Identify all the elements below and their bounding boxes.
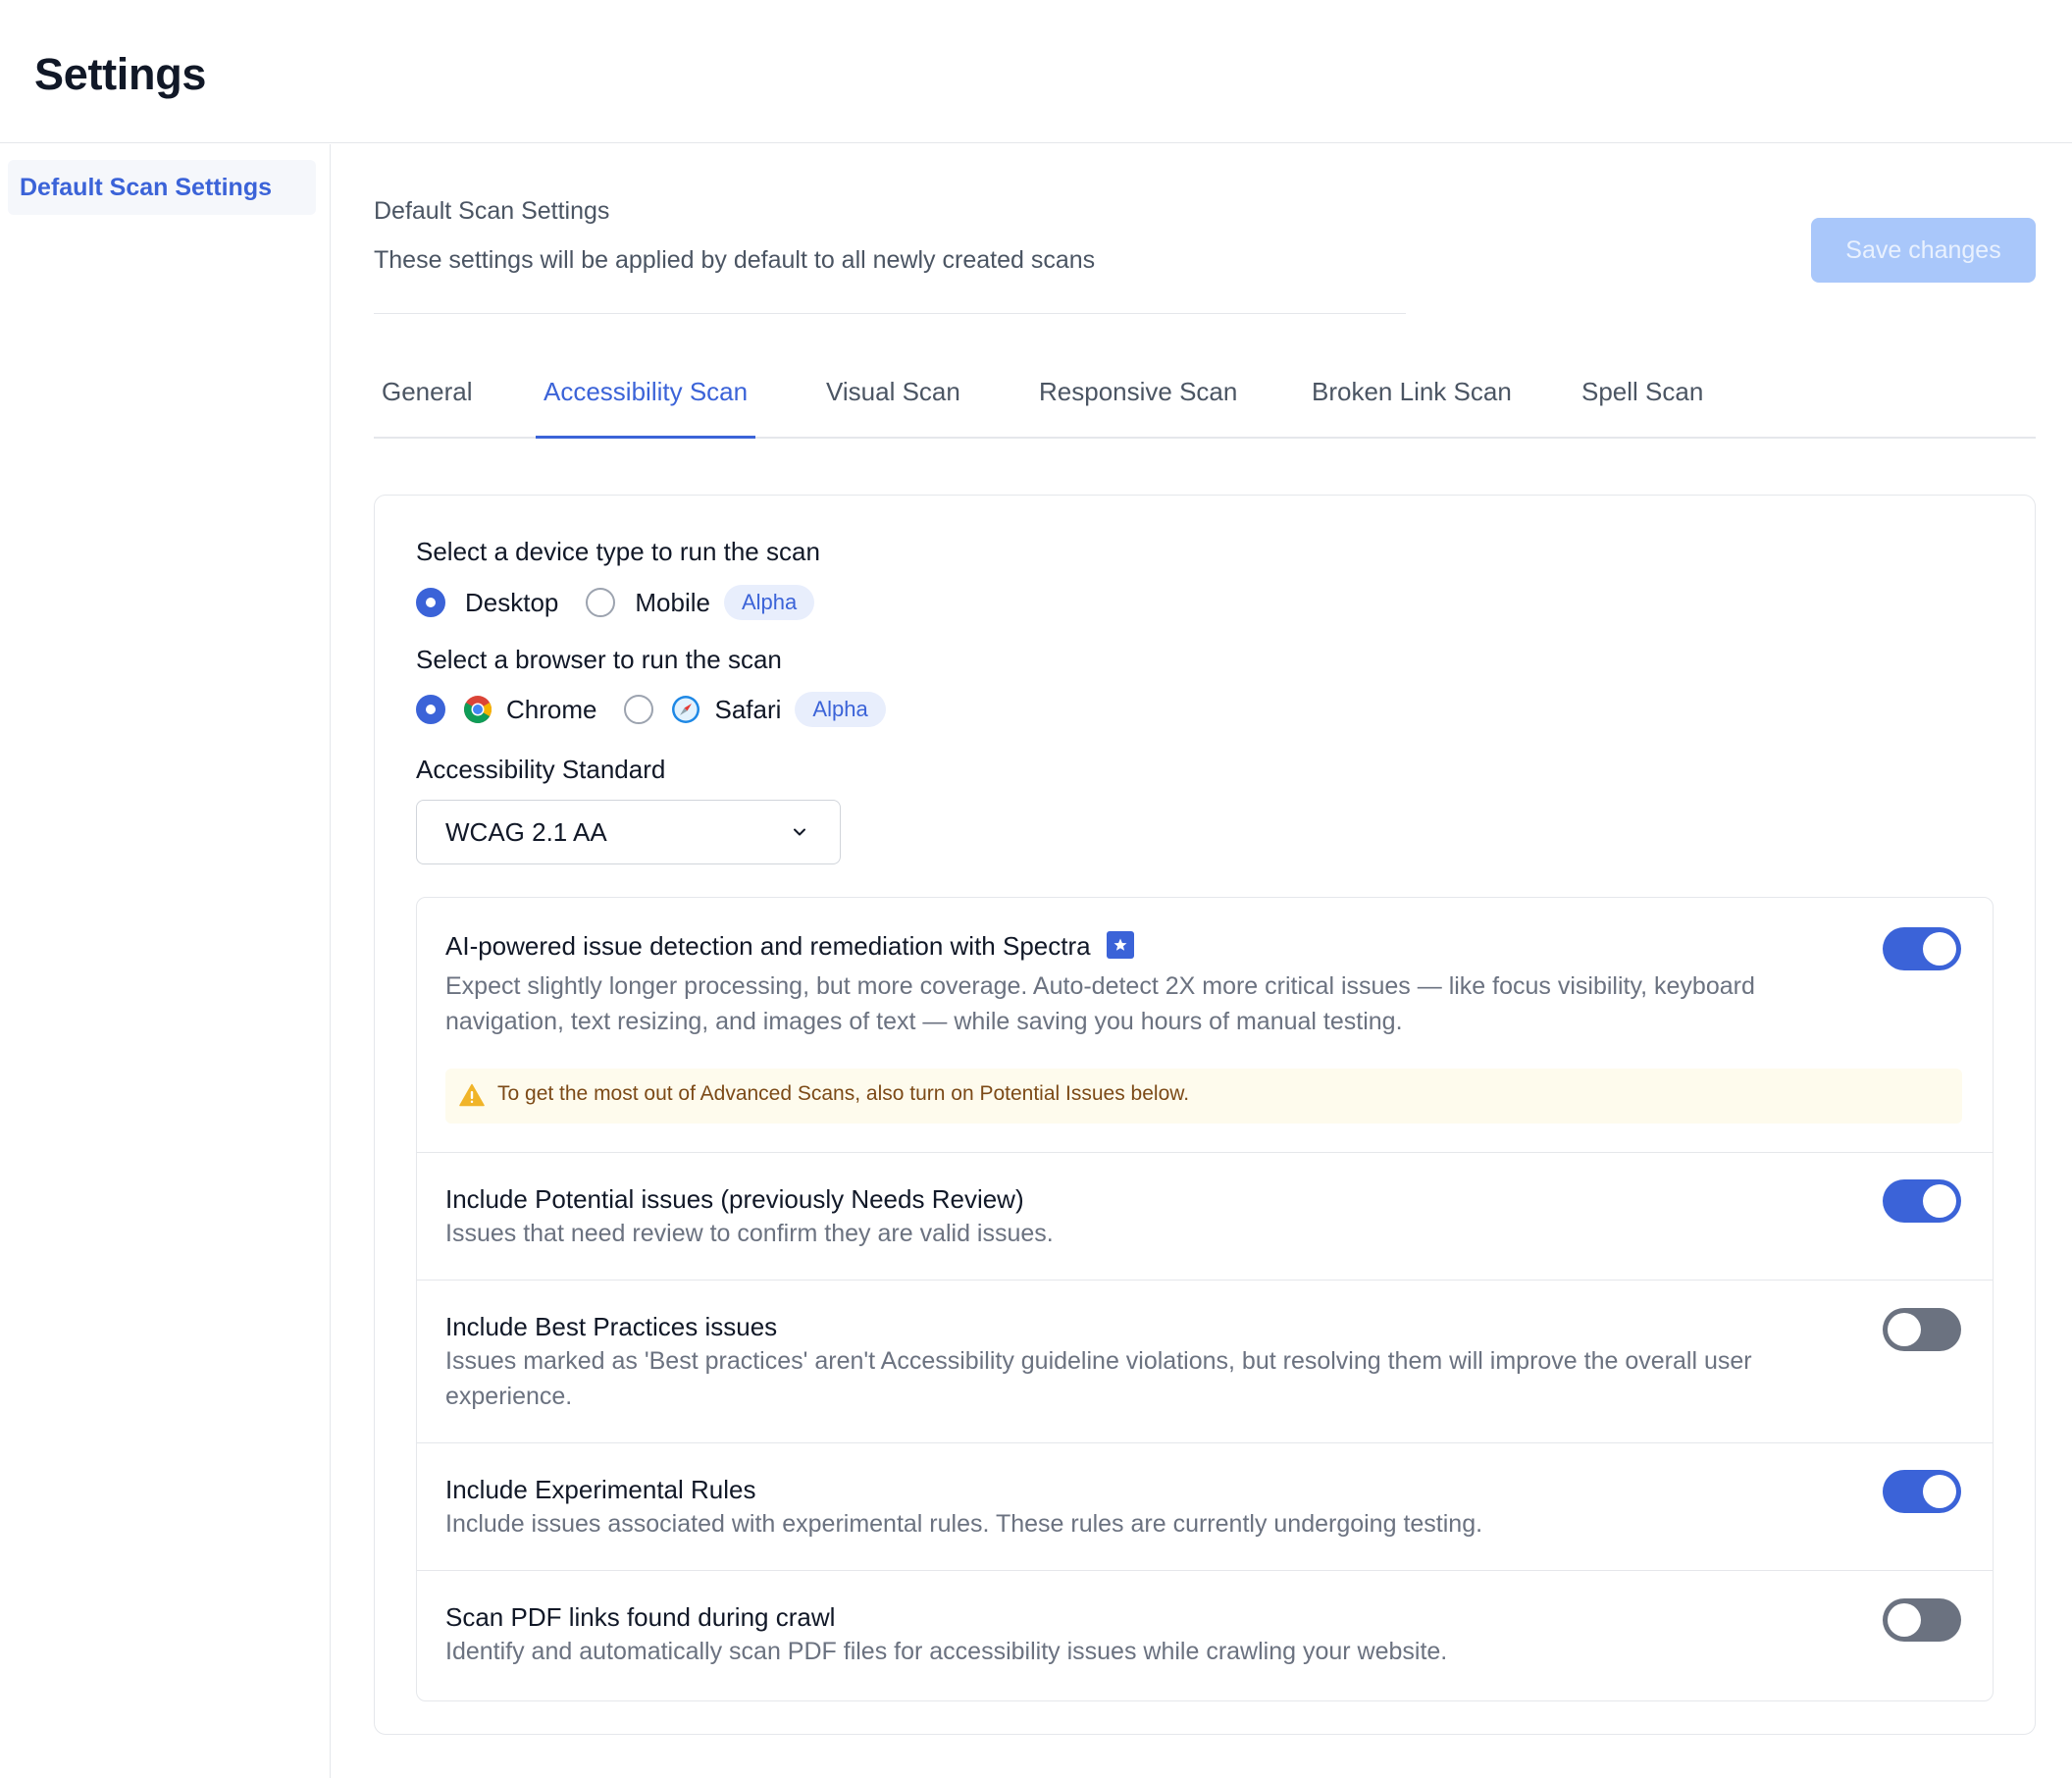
option-description: Issues that need review to confirm they …	[445, 1220, 1054, 1247]
tab-responsive-scan[interactable]: Responsive Scan	[1031, 370, 1245, 439]
potential-issues-toggle[interactable]	[1883, 1179, 1961, 1223]
page-title: Settings	[34, 49, 207, 99]
accessibility-standard-label: Accessibility Standard	[416, 755, 666, 784]
device-type-radio-group: Desktop Mobile Alpha	[416, 583, 815, 622]
tab-label: Visual Scan	[826, 377, 960, 406]
divider	[374, 313, 1406, 314]
tab-visual-scan[interactable]: Visual Scan	[818, 370, 968, 439]
mobile-label: Mobile	[635, 587, 710, 617]
tab-label: Accessibility Scan	[544, 377, 749, 406]
tab-label: General	[382, 377, 473, 406]
warning-banner: To get the most out of Advanced Scans, a…	[445, 1069, 1962, 1124]
section-description: These settings will be applied by defaul…	[374, 246, 1096, 274]
alpha-badge: Alpha	[795, 692, 886, 727]
tab-label: Spell Scan	[1581, 377, 1704, 406]
option-title: Include Potential issues (previously Nee…	[445, 1184, 1024, 1214]
desktop-label: Desktop	[465, 587, 559, 617]
option-row-best-practices: Include Best Practices issues Issues mar…	[417, 1281, 1993, 1443]
chrome-icon	[464, 696, 492, 723]
safari-radio[interactable]	[624, 695, 654, 724]
option-title: Include Experimental Rules	[445, 1475, 756, 1504]
chevron-down-icon	[794, 828, 805, 836]
device-type-label: Select a device type to run the scan	[416, 537, 820, 566]
option-title: Scan PDF links found during crawl	[445, 1602, 836, 1632]
tab-general[interactable]: General	[374, 370, 481, 439]
main-content: Default Scan Settings These settings wil…	[332, 144, 2072, 1778]
safari-icon	[672, 696, 700, 723]
tab-accessibility-scan[interactable]: Accessibility Scan	[536, 370, 756, 439]
accessibility-settings-card: Select a device type to run the scan Des…	[374, 495, 2036, 1735]
sidebar-item-default-scan-settings[interactable]: Default Scan Settings	[8, 160, 316, 215]
scan-options-list: AI-powered issue detection and remediati…	[416, 897, 1994, 1701]
mobile-radio[interactable]	[586, 588, 616, 617]
chrome-label: Chrome	[506, 694, 597, 724]
spectra-toggle[interactable]	[1883, 927, 1961, 970]
option-row-potential-issues: Include Potential issues (previously Nee…	[417, 1153, 1993, 1281]
alpha-badge: Alpha	[723, 585, 815, 620]
option-row-experimental-rules: Include Experimental Rules Include issue…	[417, 1443, 1993, 1571]
option-title: AI-powered issue detection and remediati…	[445, 931, 1134, 962]
sidebar-item-label: Default Scan Settings	[20, 174, 272, 201]
tab-broken-link-scan[interactable]: Broken Link Scan	[1304, 370, 1520, 439]
select-value: WCAG 2.1 AA	[445, 817, 607, 847]
browser-label: Select a browser to run the scan	[416, 645, 782, 674]
sidebar: Default Scan Settings	[0, 144, 331, 1778]
warning-text: To get the most out of Advanced Scans, a…	[497, 1082, 1190, 1105]
section-title: Default Scan Settings	[374, 197, 610, 225]
option-row-spectra: AI-powered issue detection and remediati…	[417, 898, 1993, 1153]
option-description: Issues marked as 'Best practices' aren't…	[445, 1347, 1752, 1410]
option-description: Include issues associated with experimen…	[445, 1510, 1483, 1538]
settings-page: Settings Default Scan Settings Default S…	[0, 0, 2072, 1778]
save-changes-button[interactable]: Save changes	[1811, 218, 2036, 283]
option-description: Expect slightly longer processing, but m…	[445, 972, 1755, 1035]
best-practices-toggle[interactable]	[1883, 1308, 1961, 1351]
option-description: Identify and automatically scan PDF file…	[445, 1638, 1448, 1665]
scan-pdf-links-toggle[interactable]	[1883, 1598, 1961, 1642]
page-header: Settings	[0, 0, 2072, 143]
desktop-radio[interactable]	[416, 588, 445, 617]
sparkle-star-icon	[1106, 931, 1134, 960]
chrome-radio[interactable]	[416, 695, 445, 724]
tab-bar: General Accessibility Scan Visual Scan R…	[374, 370, 2036, 439]
accessibility-standard-select[interactable]: WCAG 2.1 AA	[416, 800, 841, 864]
tab-label: Broken Link Scan	[1312, 377, 1512, 406]
experimental-rules-toggle[interactable]	[1883, 1470, 1961, 1513]
safari-label: Safari	[714, 694, 782, 724]
warning-icon	[459, 1083, 485, 1107]
browser-radio-group: Chrome Safari Alpha	[416, 690, 886, 729]
option-title: Include Best Practices issues	[445, 1312, 778, 1341]
option-row-scan-pdf-links: Scan PDF links found during crawl Identi…	[417, 1571, 1993, 1700]
tab-label: Responsive Scan	[1039, 377, 1238, 406]
tab-spell-scan[interactable]: Spell Scan	[1574, 370, 1711, 439]
